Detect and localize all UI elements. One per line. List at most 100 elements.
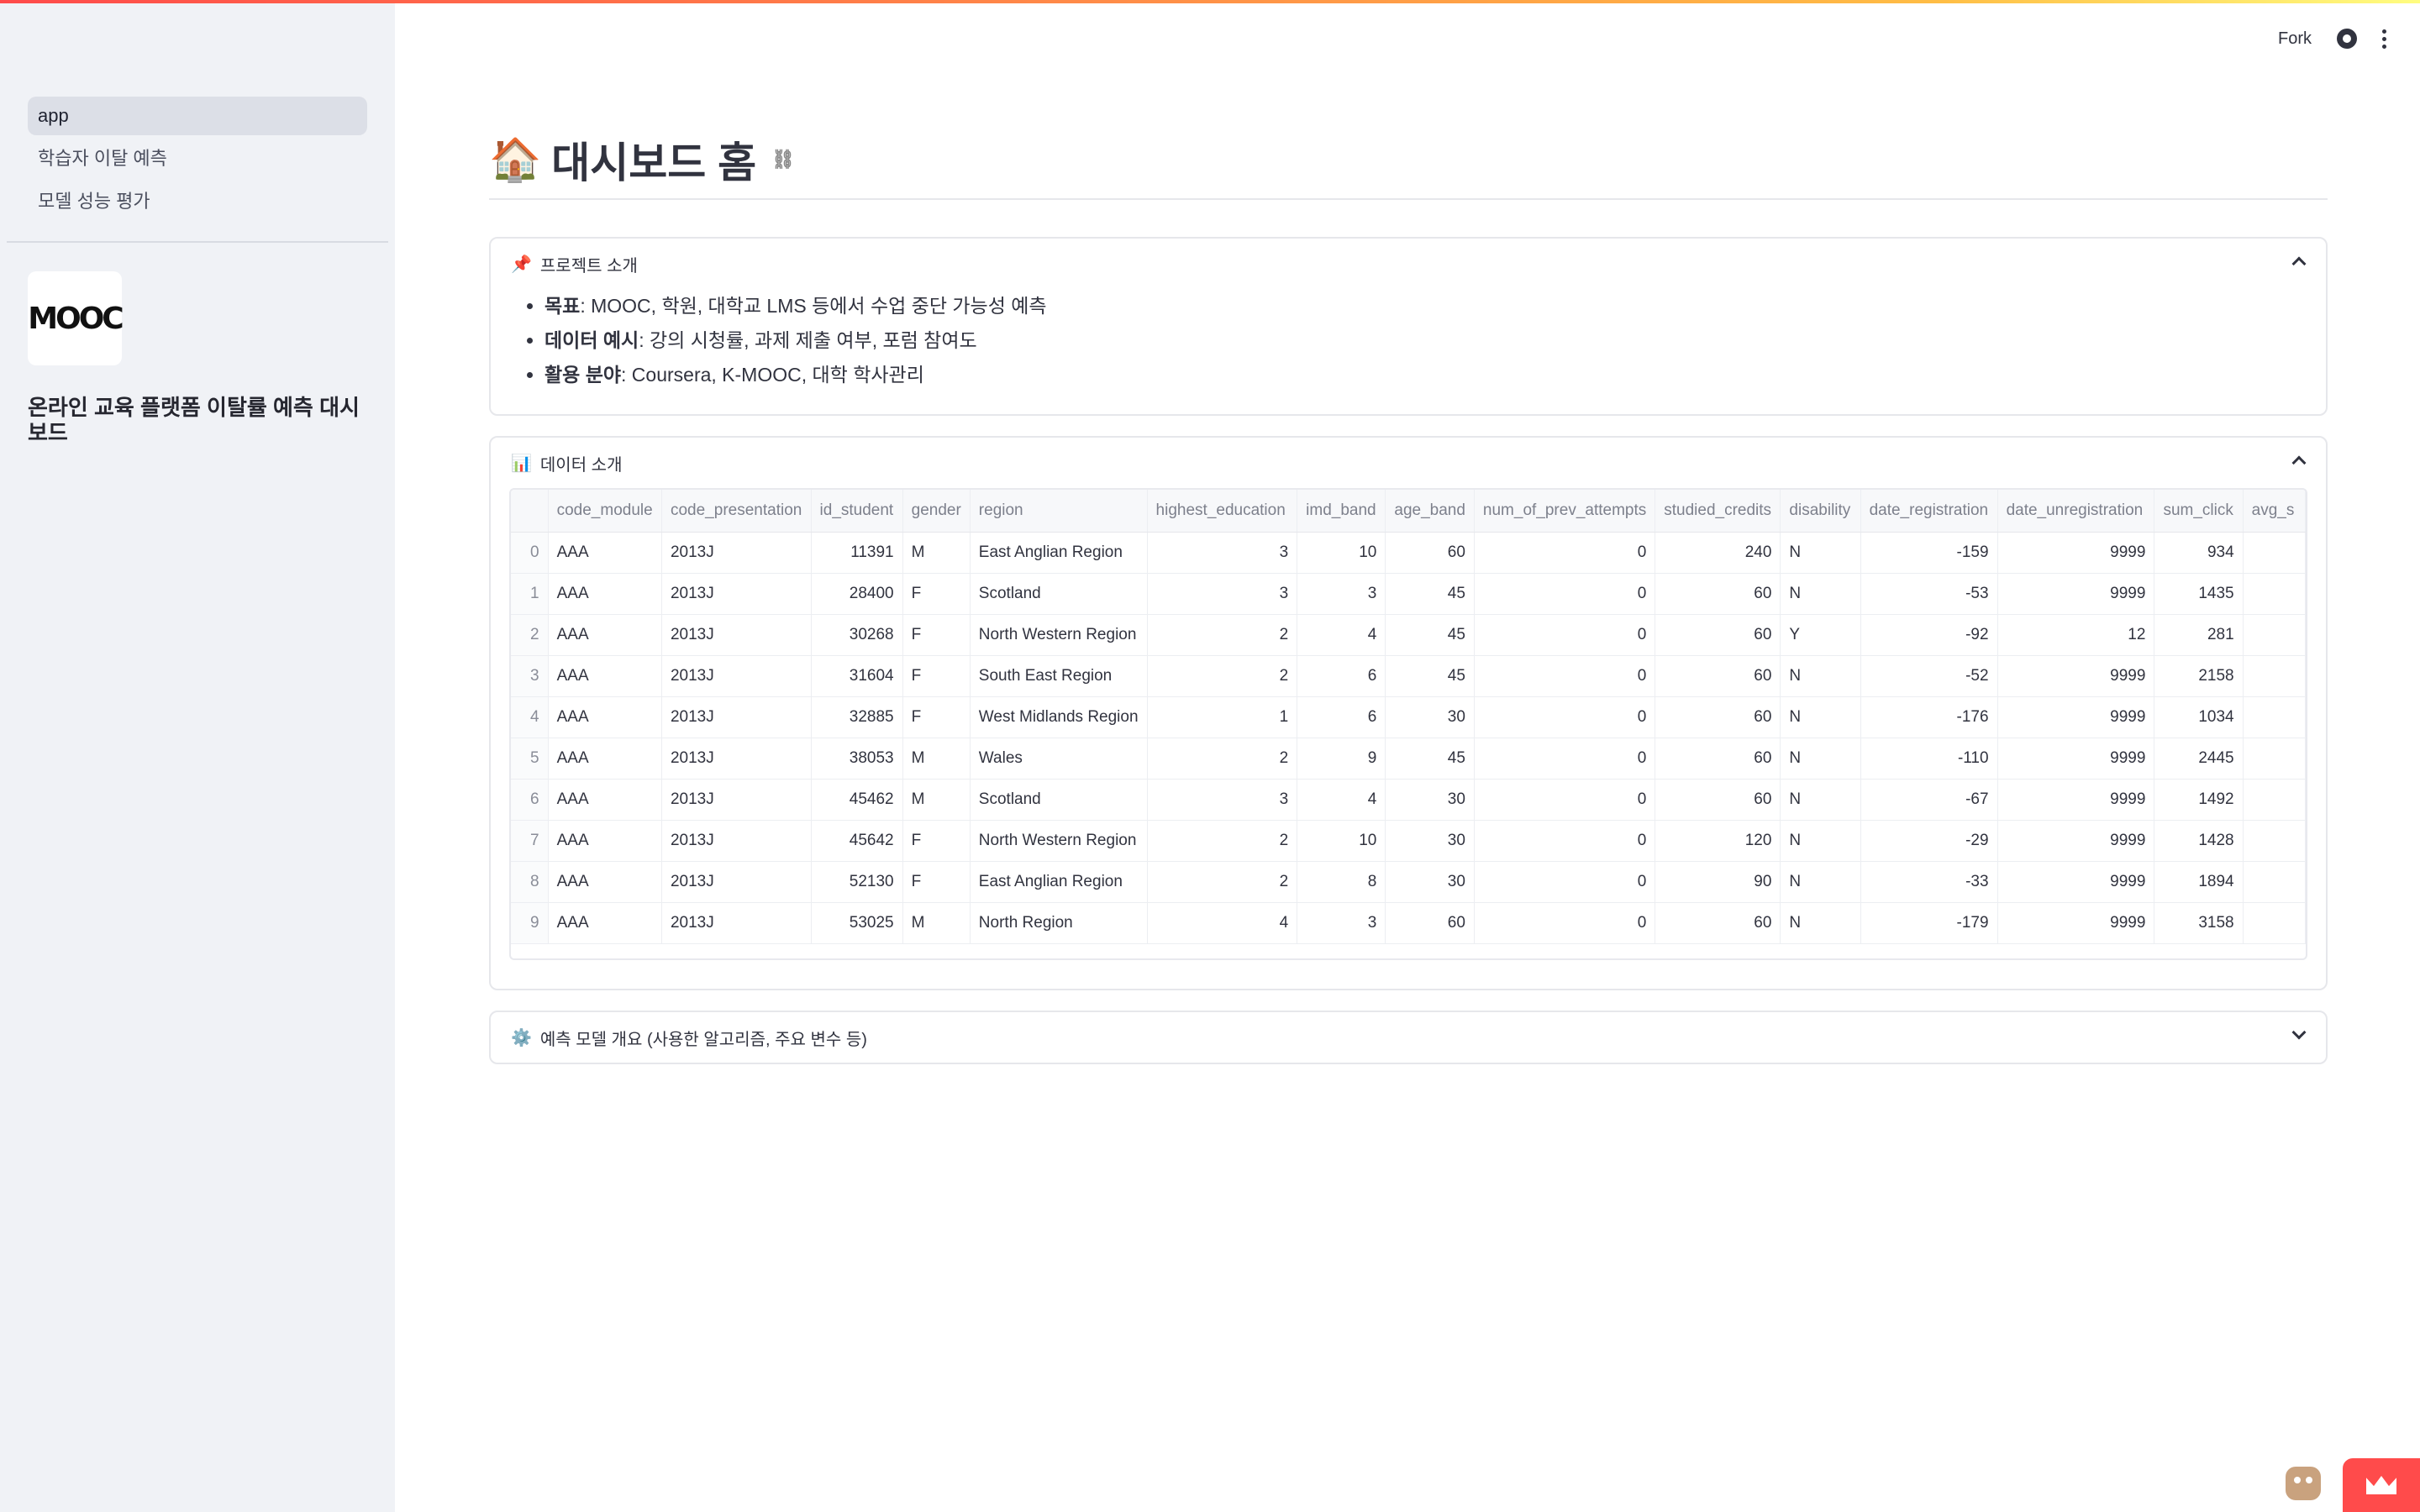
chart-icon: 📊 bbox=[511, 454, 532, 473]
column-header[interactable]: disability bbox=[1780, 490, 1861, 533]
column-header[interactable]: code_presentation bbox=[661, 490, 812, 533]
table-cell: North Western Region bbox=[970, 614, 1148, 656]
table-cell: AAA bbox=[548, 655, 662, 697]
table-cell: AAA bbox=[548, 861, 662, 903]
table-cell: 45 bbox=[1385, 655, 1475, 697]
table-cell: 60 bbox=[1655, 655, 1781, 697]
table-cell: Scotland bbox=[970, 573, 1148, 615]
table-cell: 1492 bbox=[2154, 779, 2244, 821]
github-icon[interactable] bbox=[2337, 29, 2357, 49]
table-cell: 2013J bbox=[661, 532, 812, 574]
table-cell: 0 bbox=[1474, 614, 1656, 656]
table-cell: -159 bbox=[1860, 532, 1998, 574]
table-cell: 60 bbox=[1655, 573, 1781, 615]
table-cell: AAA bbox=[548, 738, 662, 780]
table-row[interactable]: 9 AAA 2013J 53025 M North Region 4 3 60 0 60 N -179 9… bbox=[511, 902, 2306, 944]
model-overview-header[interactable]: ⚙️ 예측 모델 개요 (사용한 알고리즘, 주요 변수 등) bbox=[491, 1012, 2326, 1063]
column-header[interactable]: studied_credits bbox=[1655, 490, 1781, 533]
table-cell: F bbox=[902, 573, 971, 615]
table-cell: 3158 bbox=[2154, 902, 2244, 944]
table-row[interactable]: 3 AAA 2013J 31604 F South East Region 2 6 45 0 60 N… bbox=[511, 655, 2306, 697]
sidebar-item-model-evaluation[interactable]: 모델 성능 평가 bbox=[28, 182, 367, 221]
table-row[interactable]: 6 AAA 2013J 45462 M Scotland 3 4 30 0 60 N -67 9999 14… bbox=[511, 779, 2306, 821]
row-index: 5 bbox=[511, 738, 549, 780]
project-intro-expander: 📌 프로젝트 소개 목표: MOOC, 학원, 대학교 LMS 등에서 수업 중… bbox=[489, 237, 2328, 416]
table-cell: 38053 bbox=[811, 738, 903, 780]
row-index: 1 bbox=[511, 573, 549, 615]
table-cell: N bbox=[1780, 696, 1861, 738]
table-cell: 2013J bbox=[661, 902, 812, 944]
data-intro-label: 데이터 소개 bbox=[539, 455, 623, 475]
sidebar: app 학습자 이탈 예측 모델 성능 평가 MOOC 온라인 교육 플랫폼 이… bbox=[0, 0, 395, 1512]
bullet-key: 목표 bbox=[544, 295, 581, 317]
column-header[interactable]: id_student bbox=[811, 490, 903, 533]
column-header[interactable]: date_registration bbox=[1860, 490, 1998, 533]
table-row[interactable]: 5 AAA 2013J 38053 M Wales 2 9 45 0 60 N -110 9999 2445 bbox=[511, 738, 2306, 780]
bullet-key: 데이터 예시 bbox=[544, 329, 639, 351]
column-header[interactable]: sum_click bbox=[2154, 490, 2244, 533]
project-intro-header[interactable]: 📌 프로젝트 소개 bbox=[491, 239, 2326, 289]
assistant-bot-icon[interactable] bbox=[2286, 1467, 2321, 1500]
table-cell: -67 bbox=[1860, 779, 1998, 821]
table-cell: 28400 bbox=[811, 573, 903, 615]
column-header[interactable]: imd_band bbox=[1297, 490, 1386, 533]
column-header[interactable]: num_of_prev_attempts bbox=[1474, 490, 1656, 533]
table-cell: 3 bbox=[1297, 573, 1386, 615]
table-cell: 8 bbox=[1297, 861, 1386, 903]
table-row[interactable]: 2 AAA 2013J 30268 F North Western Region 2 4 45 0… bbox=[511, 614, 2306, 656]
column-header[interactable]: avg_s bbox=[2243, 490, 2306, 533]
column-header[interactable]: highest_education bbox=[1147, 490, 1298, 533]
column-header[interactable]: region bbox=[970, 490, 1148, 533]
table-cell: 45 bbox=[1385, 738, 1475, 780]
table-row[interactable]: 0 AAA 2013J 11391 M East Anglian Region 3 10 60 0… bbox=[511, 532, 2306, 574]
column-header[interactable]: date_unregistration bbox=[1997, 490, 2155, 533]
table-cell: East Anglian Region bbox=[970, 532, 1148, 574]
table-cell: 2013J bbox=[661, 820, 812, 862]
table-row[interactable]: 8 AAA 2013J 52130 F East Anglian Region 2 8 30 0 9… bbox=[511, 861, 2306, 903]
table-cell: 0 bbox=[1474, 902, 1656, 944]
table-cell: AAA bbox=[548, 532, 662, 574]
row-index: 4 bbox=[511, 696, 549, 738]
model-overview-expander: ⚙️ 예측 모델 개요 (사용한 알고리즘, 주요 변수 등) bbox=[489, 1011, 2328, 1064]
table-cell: N bbox=[1780, 532, 1861, 574]
pin-icon: 📌 bbox=[511, 255, 532, 274]
table-row[interactable]: 7 AAA 2013J 45642 F North Western Region 2 10 30… bbox=[511, 820, 2306, 862]
column-header[interactable]: code_module bbox=[548, 490, 662, 533]
data-intro-header[interactable]: 📊 데이터 소개 bbox=[491, 438, 2326, 488]
table-cell: 1428 bbox=[2154, 820, 2244, 862]
table-row[interactable]: 1 AAA 2013J 28400 F Scotland 3 3 45 0 60 N -53 9999 14… bbox=[511, 573, 2306, 615]
fork-button[interactable]: Fork bbox=[2278, 29, 2312, 49]
table-cell: 52130 bbox=[811, 861, 903, 903]
dataframe: code_module code_presentation id_student ge… bbox=[511, 490, 2306, 944]
page-title-text: 대시보드 홈 bbox=[551, 139, 757, 186]
streamlit-badge[interactable] bbox=[2343, 1458, 2420, 1512]
table-cell: M bbox=[902, 738, 971, 780]
table-row[interactable]: 4 AAA 2013J 32885 F West Midlands Region 1 6 30 0… bbox=[511, 696, 2306, 738]
table-cell: 2 bbox=[1147, 738, 1298, 780]
table-cell: 60 bbox=[1655, 738, 1781, 780]
table-cell: -110 bbox=[1860, 738, 1998, 780]
table-cell: 45 bbox=[1385, 573, 1475, 615]
row-index: 8 bbox=[511, 861, 549, 903]
table-cell: -92 bbox=[1860, 614, 1998, 656]
table-cell: 6 bbox=[1297, 696, 1386, 738]
table-cell: 9999 bbox=[1997, 820, 2155, 862]
table-cell bbox=[2243, 861, 2306, 903]
row-index: 3 bbox=[511, 655, 549, 697]
table-cell: 3 bbox=[1147, 532, 1298, 574]
link-icon[interactable]: ⛓ bbox=[771, 149, 795, 171]
table-cell: N bbox=[1780, 573, 1861, 615]
table-cell: East Anglian Region bbox=[970, 861, 1148, 903]
table-cell: 45642 bbox=[811, 820, 903, 862]
sidebar-item-app[interactable]: app bbox=[28, 97, 367, 135]
table-cell bbox=[2243, 573, 2306, 615]
table-cell: -33 bbox=[1860, 861, 1998, 903]
column-header[interactable] bbox=[511, 490, 549, 533]
table-cell: 4 bbox=[1297, 779, 1386, 821]
kebab-menu-icon[interactable] bbox=[2382, 29, 2386, 49]
column-header[interactable]: gender bbox=[902, 490, 971, 533]
logo-text: MOOC bbox=[28, 301, 124, 336]
column-header[interactable]: age_band bbox=[1385, 490, 1475, 533]
data-table[interactable]: code_module code_presentation id_student ge… bbox=[509, 488, 2307, 960]
sidebar-item-dropout-prediction[interactable]: 학습자 이탈 예측 bbox=[28, 139, 367, 178]
